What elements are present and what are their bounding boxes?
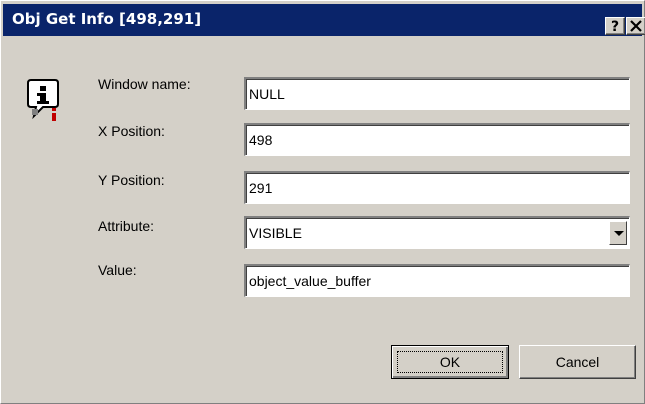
x-position-field[interactable]: 498 xyxy=(244,123,630,156)
dropdown-arrow-button[interactable] xyxy=(609,221,627,245)
cancel-button[interactable]: Cancel xyxy=(519,345,636,379)
info-icon xyxy=(27,79,59,121)
chevron-down-icon xyxy=(614,231,624,236)
attribute-label: Attribute: xyxy=(98,218,155,234)
obj-get-info-dialog: Obj Get Info [498,291] ? Window name: NU… xyxy=(0,0,645,404)
close-button[interactable] xyxy=(626,17,645,35)
window-name-field[interactable]: NULL xyxy=(244,77,630,110)
window-name-label: Window name: xyxy=(98,76,191,92)
y-position-label: Y Position: xyxy=(98,172,165,188)
ok-button-label: OK xyxy=(439,354,461,370)
attribute-dropdown[interactable]: VISIBLE xyxy=(244,216,630,249)
help-button[interactable]: ? xyxy=(605,17,625,35)
ok-button[interactable]: OK xyxy=(391,345,509,379)
window-title: Obj Get Info [498,291] xyxy=(12,10,202,28)
x-position-label: X Position: xyxy=(98,123,165,139)
title-bar[interactable]: Obj Get Info [498,291] ? xyxy=(3,4,645,36)
value-label: Value: xyxy=(98,262,137,278)
attribute-selected-value: VISIBLE xyxy=(249,225,302,241)
close-icon xyxy=(630,20,642,32)
y-position-field[interactable]: 291 xyxy=(244,171,630,204)
value-field[interactable]: object_value_buffer xyxy=(244,264,630,297)
